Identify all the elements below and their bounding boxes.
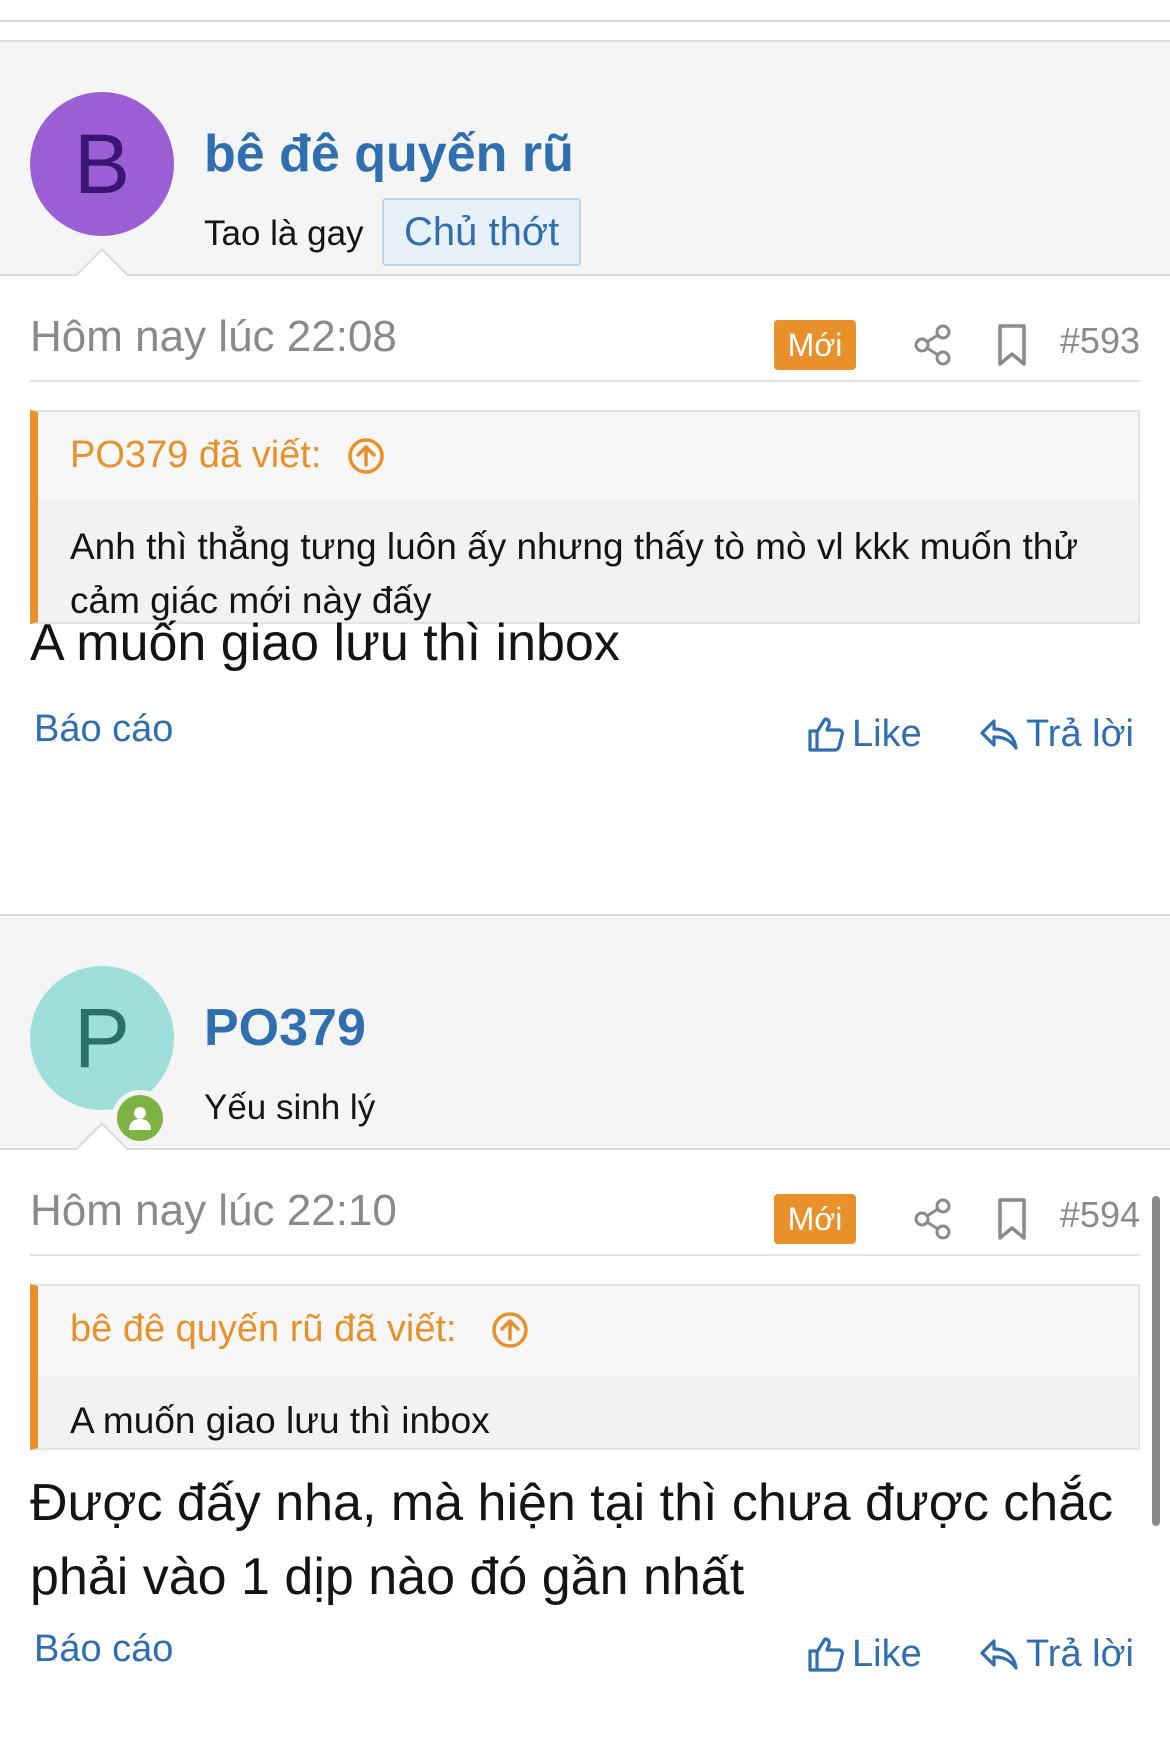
username[interactable]: bê đê quyến rũ [204, 124, 574, 184]
post-author-header: P PO379 Yếu sinh lý [0, 914, 1170, 1151]
arrow-up-circle-icon[interactable] [346, 436, 386, 476]
thumbs-up-icon [808, 1637, 844, 1672]
avatar[interactable]: B [30, 92, 174, 236]
user-icon [129, 1107, 151, 1130]
share-icon[interactable] [910, 1196, 956, 1242]
reply-label: Trả lời [1026, 1632, 1134, 1675]
top-strip [0, 0, 1170, 22]
thread-starter-badge: Chủ thớt [382, 198, 582, 266]
post-message: A muốn giao lưu thì inbox [30, 614, 620, 672]
header-arrow-inner [76, 251, 128, 277]
post-actions: Báo cáo Like Trả lời [30, 704, 1140, 764]
quote-text: Anh thì thẳng tưng luôn ấy nhưng thấy tò… [38, 502, 1138, 622]
post-time[interactable]: Hôm nay lúc 22:10 [30, 1186, 397, 1236]
like-button[interactable]: Like [806, 704, 922, 764]
quote-author[interactable]: bê đê quyến rũ đã viết: [70, 1308, 457, 1351]
user-title: Yếu sinh lý [204, 1088, 376, 1127]
header-arrow-inner [76, 1125, 128, 1151]
reply-button[interactable]: Trả lời [978, 704, 1134, 764]
reply-button[interactable]: Trả lời [978, 1624, 1134, 1684]
post-number[interactable]: #593 [1060, 320, 1140, 362]
avatar[interactable]: P [30, 966, 174, 1110]
bookmark-icon[interactable] [992, 322, 1032, 368]
quote-author[interactable]: PO379 đã viết: [70, 434, 321, 477]
like-button[interactable]: Like [806, 1624, 922, 1684]
bookmark-icon[interactable] [992, 1196, 1032, 1242]
new-badge: Mới [774, 1194, 856, 1244]
report-link[interactable]: Báo cáo [34, 708, 173, 751]
new-badge: Mới [774, 320, 856, 370]
post-meta: Hôm nay lúc 22:08 Mới #593 [30, 296, 1140, 382]
quote-text: A muốn giao lưu thì inbox [38, 1376, 1138, 1448]
post-actions: Báo cáo Like Trả lời [30, 1624, 1140, 1684]
scrollbar[interactable] [1152, 1196, 1160, 1526]
thumbs-up-icon [808, 717, 844, 752]
reply-icon [980, 719, 1018, 750]
reply-icon [980, 1639, 1018, 1670]
post-594: P PO379 Yếu sinh lý Hôm nay lúc 22:10 Mớ… [0, 914, 1170, 1762]
post-author-header: B bê đê quyến rũ Tao là gay Chủ thớt [0, 40, 1170, 277]
post-593: B bê đê quyến rũ Tao là gay Chủ thớt Hôm… [0, 40, 1170, 900]
share-icon[interactable] [910, 322, 956, 368]
quote-header: bê đê quyến rũ đã viết: [38, 1286, 1138, 1376]
quote-block: bê đê quyến rũ đã viết: A muốn giao lưu … [30, 1284, 1140, 1450]
like-label: Like [852, 712, 922, 755]
quote-block: PO379 đã viết: Anh thì thẳng tưng luôn ấ… [30, 410, 1140, 624]
username[interactable]: PO379 [204, 998, 366, 1058]
user-title: Tao là gay [204, 214, 364, 253]
post-number[interactable]: #594 [1060, 1194, 1140, 1236]
post-message: Được đấy nha, mà hiện tại thì chưa được … [30, 1474, 1114, 1606]
post-meta: Hôm nay lúc 22:10 Mới #594 [30, 1170, 1140, 1256]
like-label: Like [852, 1632, 922, 1675]
report-link[interactable]: Báo cáo [34, 1628, 173, 1671]
reply-label: Trả lời [1026, 712, 1134, 755]
post-time[interactable]: Hôm nay lúc 22:08 [30, 312, 397, 362]
avatar-letter: B [73, 117, 131, 211]
quote-header: PO379 đã viết: [38, 412, 1138, 502]
arrow-up-circle-icon[interactable] [490, 1310, 530, 1350]
avatar-letter: P [73, 991, 131, 1085]
